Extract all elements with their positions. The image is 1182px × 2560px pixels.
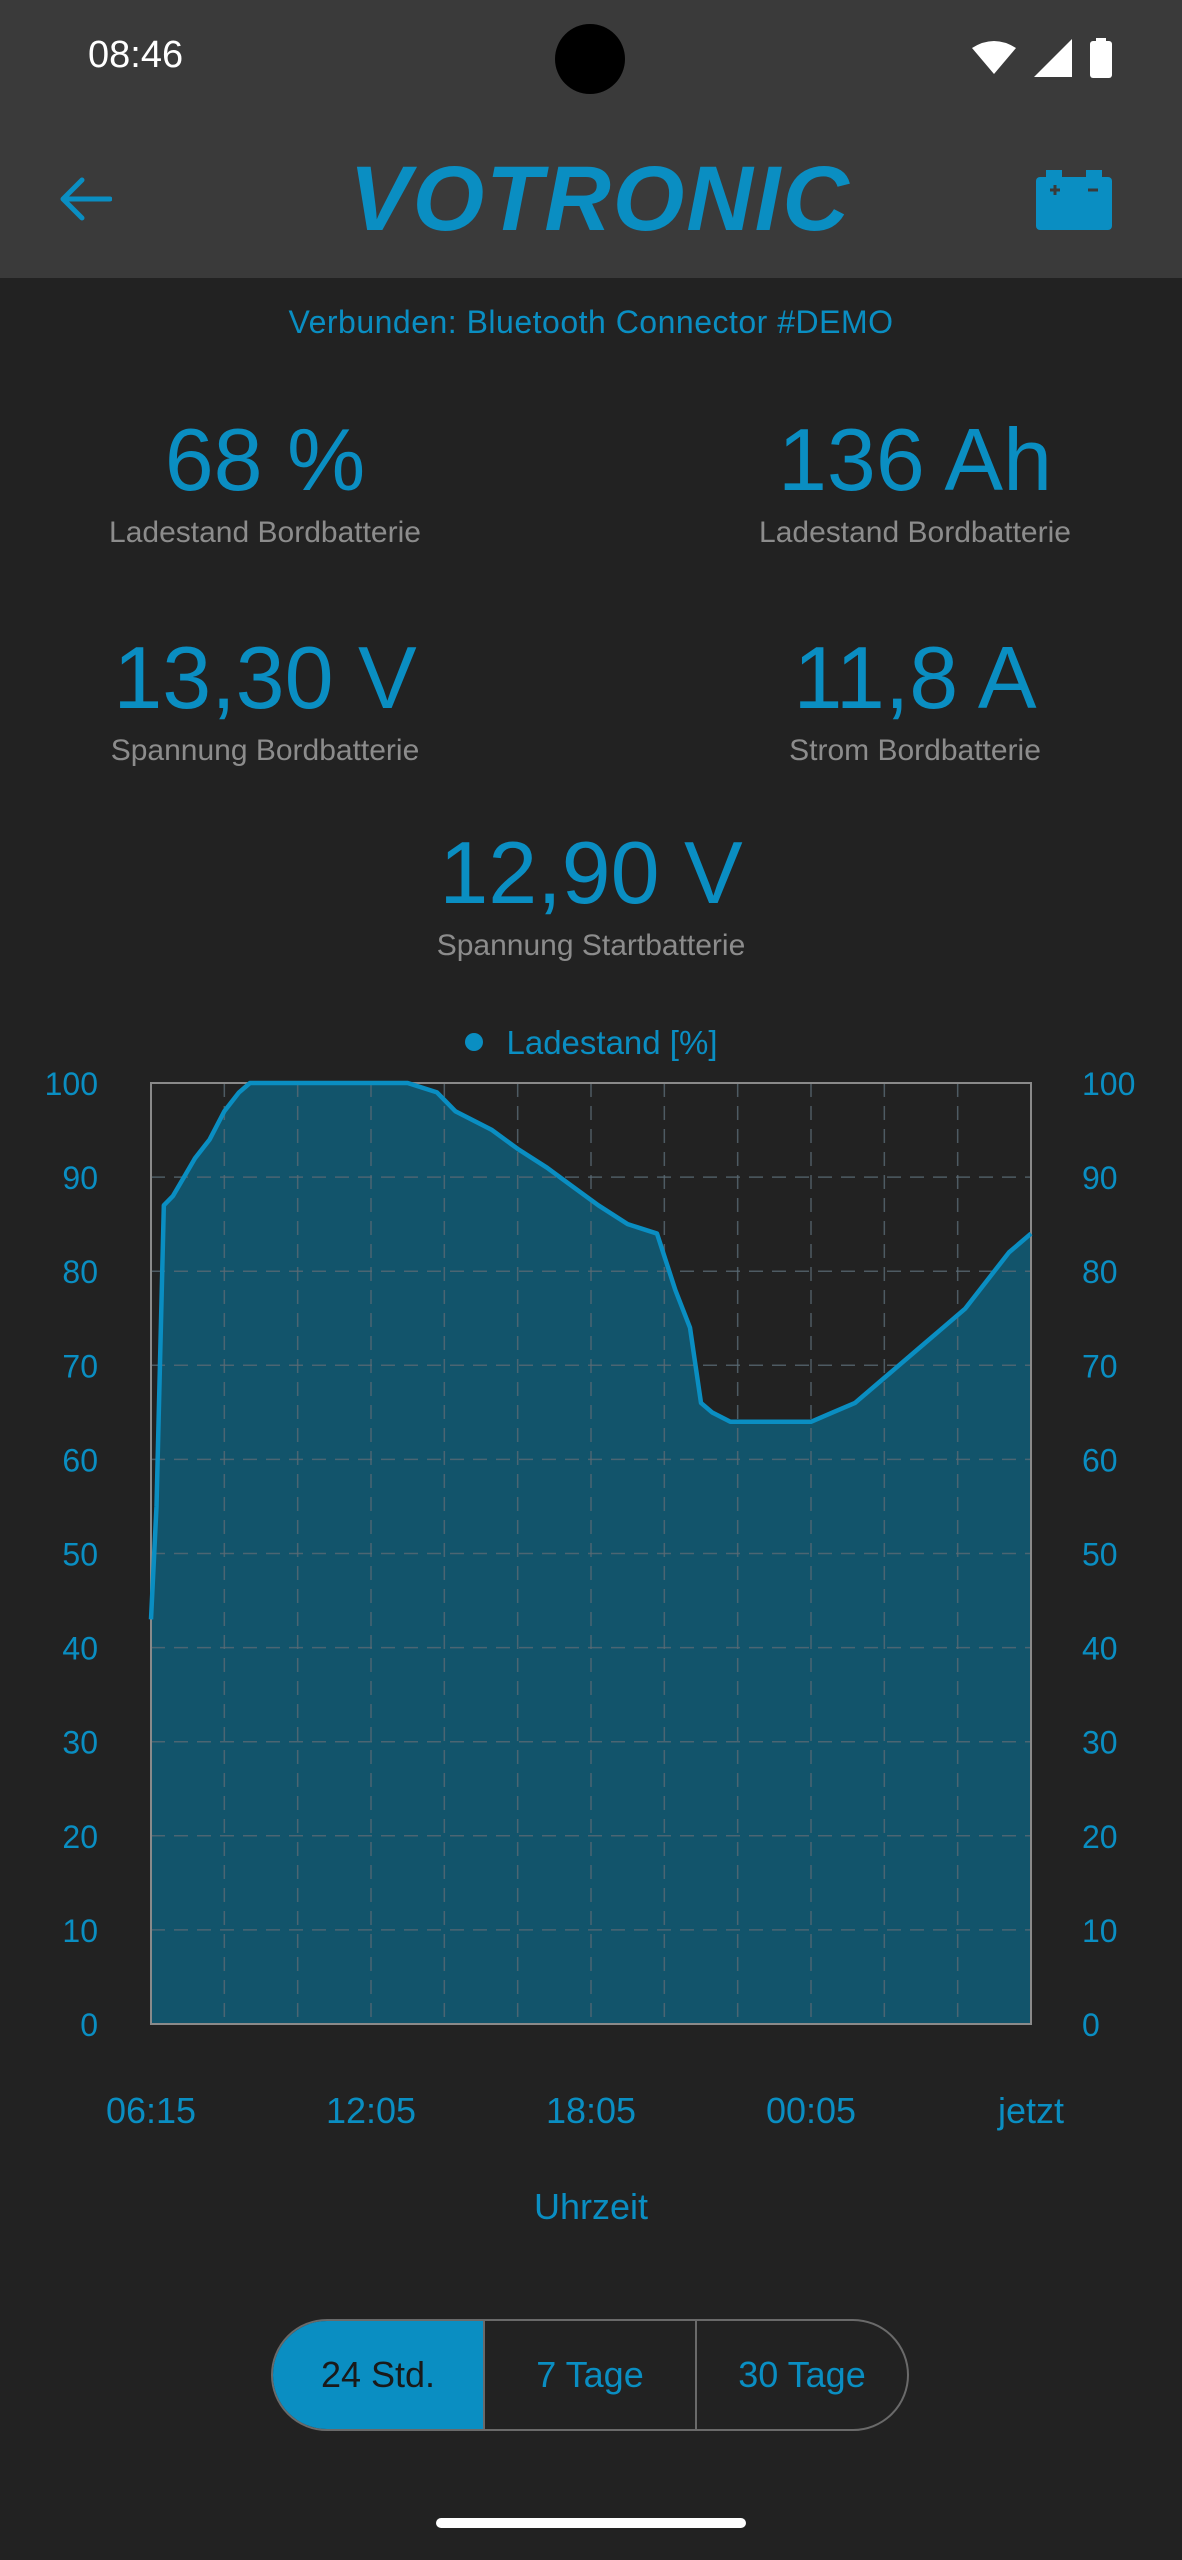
status-bar: 08:46 xyxy=(0,0,1182,118)
y-tick-label-left: 100 xyxy=(45,1066,98,1102)
range-option-30d[interactable]: 30 Tage xyxy=(695,2321,907,2429)
metric-value: 13,30 V xyxy=(113,628,417,727)
y-tick-label-left: 0 xyxy=(80,2007,98,2043)
y-tick-label-right: 20 xyxy=(1082,1819,1118,1855)
metric-label: Strom Bordbatterie xyxy=(789,734,1041,767)
home-indicator[interactable] xyxy=(436,2518,746,2528)
y-tick-label-right: 80 xyxy=(1082,1254,1118,1290)
x-tick-label: 06:15 xyxy=(106,2090,196,2131)
y-tick-label-left: 60 xyxy=(62,1442,98,1478)
x-tick-label: 00:05 xyxy=(766,2090,856,2131)
metric-soc-ah: 136 Ah Ladestand Bordbatterie xyxy=(635,410,1182,550)
back-button[interactable] xyxy=(40,154,130,244)
metric-value: 12,90 V xyxy=(439,823,743,922)
metric-voltage-start: 12,90 V Spannung Startbatterie xyxy=(311,823,871,963)
metric-value: 136 Ah xyxy=(777,410,1053,509)
metric-label: Ladestand Bordbatterie xyxy=(759,516,1071,549)
x-tick-label: jetzt xyxy=(997,2090,1064,2131)
camera-cutout xyxy=(555,24,625,94)
metric-voltage-board: 13,30 V Spannung Bordbatterie xyxy=(0,628,545,768)
app-bar: VOTRONIC xyxy=(0,118,1182,278)
metric-label: Ladestand Bordbatterie xyxy=(109,516,421,549)
metric-label: Spannung Startbatterie xyxy=(436,929,746,962)
y-tick-label-left: 80 xyxy=(62,1254,98,1290)
y-tick-label-right: 30 xyxy=(1082,1725,1118,1761)
soc-chart[interactable]: 0 0 10 10 20 20 30 30 40 40 50 50 60 60 70 70 80 80 90 90 10… xyxy=(0,1010,1182,2150)
status-time: 08:46 xyxy=(88,34,184,76)
votronic-logo: VOTRONIC xyxy=(349,153,849,245)
car-battery-icon xyxy=(1036,170,1112,230)
y-tick-label-right: 10 xyxy=(1082,1913,1118,1949)
y-tick-label-left: 30 xyxy=(62,1725,98,1761)
metric-current-board: 11,8 A Strom Bordbatterie xyxy=(635,628,1182,768)
metric-soc-percent: 68 % Ladestand Bordbatterie xyxy=(0,410,545,550)
connection-status: Verbunden: Bluetooth Connector #DEMO xyxy=(288,304,894,340)
y-tick-label-left: 40 xyxy=(62,1631,98,1667)
y-tick-label-right: 90 xyxy=(1082,1160,1118,1196)
range-toggle: 24 Std. 7 Tage 30 Tage xyxy=(271,2319,909,2431)
wifi-icon xyxy=(972,41,1016,74)
range-option-24h[interactable]: 24 Std. xyxy=(273,2321,483,2429)
metric-label: Spannung Bordbatterie xyxy=(110,734,420,767)
metric-value: 68 % xyxy=(164,410,366,509)
y-tick-label-left: 10 xyxy=(62,1913,98,1949)
x-tick-label: 12:05 xyxy=(326,2090,416,2131)
logo-text: VOTRONIC xyxy=(349,148,851,250)
signal-icon xyxy=(1034,39,1072,77)
y-tick-label-left: 20 xyxy=(62,1819,98,1855)
y-tick-label-right: 60 xyxy=(1082,1442,1118,1478)
y-tick-label-left: 70 xyxy=(62,1348,98,1384)
y-tick-label-right: 0 xyxy=(1082,2007,1100,2043)
status-icons xyxy=(972,36,1112,80)
y-tick-label-right: 50 xyxy=(1082,1537,1118,1573)
arrow-left-icon xyxy=(60,177,112,221)
y-tick-label-left: 50 xyxy=(62,1537,98,1573)
battery-button[interactable] xyxy=(1036,170,1112,230)
y-tick-label-right: 70 xyxy=(1082,1348,1118,1384)
x-tick-label: 18:05 xyxy=(546,2090,636,2131)
range-option-7d[interactable]: 7 Tage xyxy=(483,2321,695,2429)
metric-value: 11,8 A xyxy=(793,628,1037,727)
y-tick-label-right: 100 xyxy=(1082,1066,1135,1102)
y-tick-label-right: 40 xyxy=(1082,1631,1118,1667)
y-tick-label-left: 90 xyxy=(62,1160,98,1196)
x-axis-title: Uhrzeit xyxy=(533,2186,649,2227)
battery-icon xyxy=(1090,38,1112,78)
